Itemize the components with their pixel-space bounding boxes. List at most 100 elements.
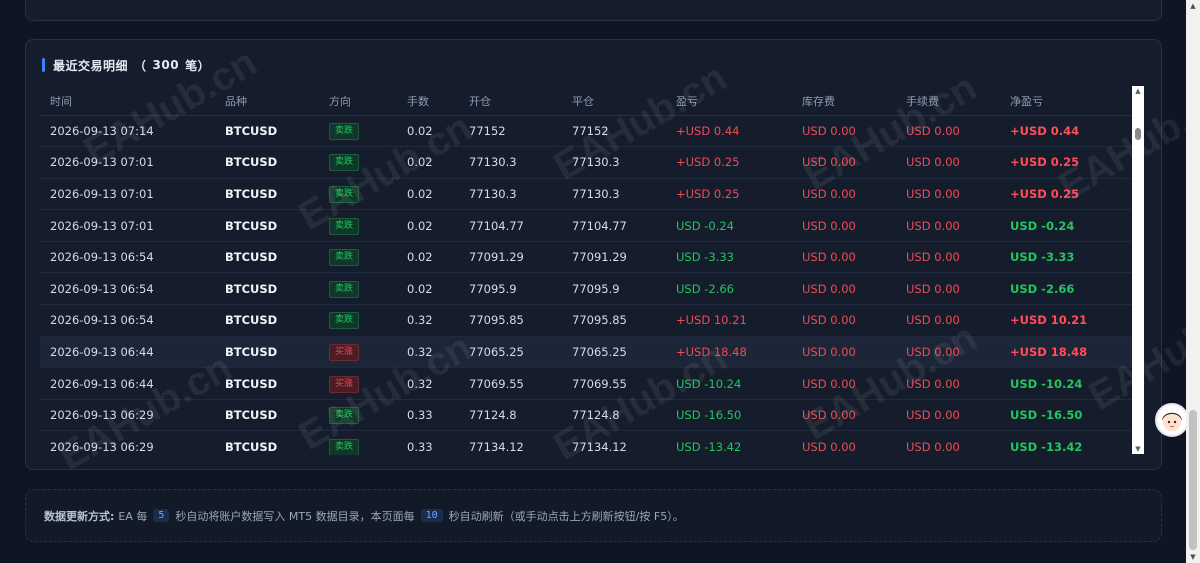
scroll-down-arrow-icon[interactable]: ▼ — [1132, 444, 1144, 454]
cell-pnl: USD -13.42 — [666, 430, 792, 455]
avatar-face-icon — [1162, 412, 1182, 431]
side-badge: 卖跌 — [329, 249, 360, 267]
cell-open-price: 77124.8 — [459, 399, 562, 432]
cell-swap: USD 0.00 — [792, 209, 896, 242]
cell-side: 卖跌 — [319, 304, 397, 337]
cell-fee: USD 0.00 — [896, 241, 1000, 274]
cell-time: 2026-09-13 06:44 — [40, 336, 215, 369]
cell-pnl: USD -2.66 — [666, 272, 792, 306]
trades-table-container[interactable]: 时间 品种 方向 手数 开仓 平仓 盈亏 库存费 手续费 净盈亏 2026-09… — [40, 87, 1133, 455]
table-row[interactable]: 2026-09-13 07:01 BTCUSD 卖跌 0.02 77104.77 7710… — [40, 209, 1133, 242]
table-row[interactable]: 2026-09-13 07:01 BTCUSD 卖跌 0.02 77130.3 77130… — [40, 146, 1133, 179]
cell-side: 买涨 — [319, 367, 397, 400]
cell-pnl: +USD 10.21 — [666, 304, 792, 337]
cell-swap: USD 0.00 — [792, 367, 896, 400]
page-interval-badge: 10 — [420, 509, 443, 522]
cell-open-price: 77104.77 — [459, 209, 562, 242]
cell-lots: 0.32 — [397, 336, 459, 369]
col-header-fee[interactable]: 手续费 — [896, 87, 1000, 116]
cell-time: 2026-09-13 06:54 — [40, 241, 215, 274]
table-row[interactable]: 2026-09-13 06:54 BTCUSD 卖跌 0.02 77095.9 77095… — [40, 272, 1133, 306]
side-badge: 卖跌 — [329, 280, 360, 298]
table-row[interactable]: 2026-09-13 06:29 BTCUSD 卖跌 0.33 77134.12 7713… — [40, 430, 1133, 455]
col-header-time[interactable]: 时间 — [40, 87, 215, 116]
cell-symbol: BTCUSD — [215, 304, 319, 337]
side-badge: 卖跌 — [329, 312, 360, 330]
table-row[interactable]: 2026-09-13 06:44 BTCUSD 买涨 0.32 77065.25 7706… — [40, 336, 1133, 369]
side-badge: 卖跌 — [329, 438, 360, 455]
table-scroll-thumb[interactable] — [1135, 128, 1141, 140]
col-header-pnl[interactable]: 盈亏 — [666, 87, 792, 116]
cell-swap: USD 0.00 — [792, 146, 896, 179]
cell-close-price: 77095.9 — [562, 272, 666, 306]
table-row[interactable]: 2026-09-13 07:01 BTCUSD 卖跌 0.02 77130.3 77130… — [40, 178, 1133, 211]
cell-side: 卖跌 — [319, 241, 397, 274]
cell-side: 卖跌 — [319, 430, 397, 455]
cell-pnl: +USD 0.25 — [666, 146, 792, 179]
col-header-net[interactable]: 净盈亏 — [1000, 87, 1133, 116]
col-header-swap[interactable]: 库存费 — [792, 87, 896, 116]
cell-time: 2026-09-13 06:29 — [40, 430, 215, 455]
cell-open-price: 77152 — [459, 115, 562, 148]
col-header-symbol[interactable]: 品种 — [215, 87, 319, 116]
cell-net-pnl: USD -13.42 — [1000, 430, 1133, 455]
table-row[interactable]: 2026-09-13 07:14 BTCUSD 卖跌 0.02 77152 77152 +U… — [40, 115, 1133, 148]
cell-symbol: BTCUSD — [215, 430, 319, 455]
cell-pnl: USD -10.24 — [666, 367, 792, 400]
col-header-lots[interactable]: 手数 — [397, 87, 459, 116]
table-row[interactable]: 2026-09-13 06:54 BTCUSD 卖跌 0.32 77095.85 7709… — [40, 304, 1133, 337]
page-scroll-down-icon[interactable]: ▼ — [1186, 551, 1200, 563]
cell-lots: 0.02 — [397, 115, 459, 148]
cell-open-price: 77091.29 — [459, 241, 562, 274]
cell-close-price: 77091.29 — [562, 241, 666, 274]
cell-swap: USD 0.00 — [792, 399, 896, 432]
cell-fee: USD 0.00 — [896, 367, 1000, 400]
col-header-side[interactable]: 方向 — [319, 87, 397, 116]
page-scroll-thumb[interactable] — [1189, 410, 1197, 550]
cell-symbol: BTCUSD — [215, 367, 319, 400]
trades-count-unit: 笔） — [185, 58, 211, 73]
cell-time: 2026-09-13 06:44 — [40, 367, 215, 400]
cell-lots: 0.02 — [397, 146, 459, 179]
scroll-up-arrow-icon[interactable]: ▲ — [1132, 86, 1144, 96]
cell-fee: USD 0.00 — [896, 272, 1000, 306]
col-header-open[interactable]: 开仓 — [459, 87, 562, 116]
table-row[interactable]: 2026-09-13 06:54 BTCUSD 卖跌 0.02 77091.29 7709… — [40, 241, 1133, 274]
cell-pnl: USD -0.24 — [666, 209, 792, 242]
cell-swap: USD 0.00 — [792, 336, 896, 369]
cell-side: 卖跌 — [319, 209, 397, 242]
table-header-row: 时间 品种 方向 手数 开仓 平仓 盈亏 库存费 手续费 净盈亏 — [40, 87, 1133, 116]
cell-open-price: 77130.3 — [459, 178, 562, 211]
cell-symbol: BTCUSD — [215, 209, 319, 242]
cell-swap: USD 0.00 — [792, 304, 896, 337]
table-row[interactable]: 2026-09-13 06:29 BTCUSD 卖跌 0.33 77124.8 77124… — [40, 399, 1133, 432]
update-info-part2: 秒自动将账户数据写入 MT5 数据目录，本页面每 — [175, 509, 415, 523]
cell-side: 卖跌 — [319, 399, 397, 432]
cell-close-price: 77095.85 — [562, 304, 666, 337]
cell-time: 2026-09-13 07:01 — [40, 146, 215, 179]
cell-swap: USD 0.00 — [792, 115, 896, 148]
update-info-card: 数据更新方式: EA 每 5 秒自动将账户数据写入 MT5 数据目录，本页面每 … — [25, 489, 1162, 542]
cell-side: 卖跌 — [319, 146, 397, 179]
page-scroll-up-icon[interactable]: ▲ — [1186, 0, 1200, 12]
support-avatar-icon[interactable] — [1155, 403, 1189, 437]
cell-fee: USD 0.00 — [896, 336, 1000, 369]
page-scrollbar[interactable]: ▲ ▼ — [1186, 0, 1200, 563]
cell-fee: USD 0.00 — [896, 399, 1000, 432]
cell-lots: 0.02 — [397, 178, 459, 211]
side-badge: 卖跌 — [329, 217, 360, 235]
cell-swap: USD 0.00 — [792, 178, 896, 211]
col-header-close[interactable]: 平仓 — [562, 87, 666, 116]
cell-symbol: BTCUSD — [215, 146, 319, 179]
cell-time: 2026-09-13 06:54 — [40, 304, 215, 337]
dashboard-page: 最近交易明细 （ 300 笔） 时间 品种 方向 手数 开仓 平仓 盈亏 库存费… — [0, 0, 1200, 563]
trades-title: 最近交易明细 （ 300 笔） — [42, 57, 216, 73]
table-row[interactable]: 2026-09-13 06:44 BTCUSD 买涨 0.32 77069.55 7706… — [40, 367, 1133, 400]
cell-open-price: 77069.55 — [459, 367, 562, 400]
table-scrollbar[interactable]: ▲ ▼ — [1132, 86, 1144, 454]
cell-net-pnl: +USD 0.44 — [1000, 115, 1133, 148]
cell-lots: 0.32 — [397, 304, 459, 337]
cell-lots: 0.02 — [397, 272, 459, 306]
side-badge: 卖跌 — [329, 154, 360, 172]
side-badge: 卖跌 — [329, 407, 360, 425]
